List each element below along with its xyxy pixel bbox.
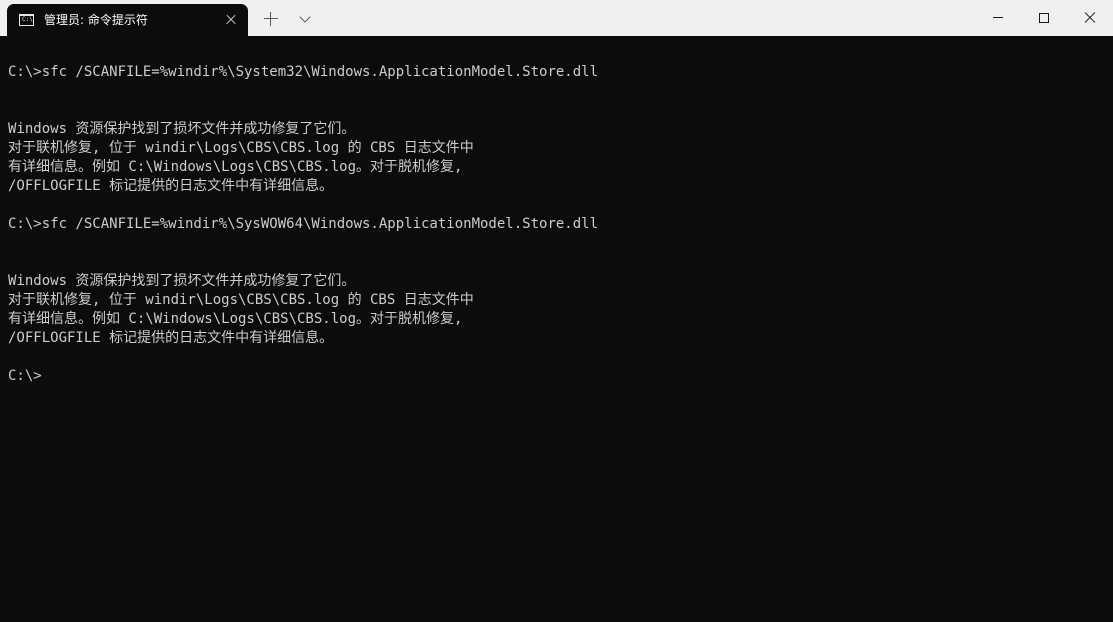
terminal-line: 对于联机修复, 位于 windir\Logs\CBS\CBS.log 的 CBS… <box>8 292 474 308</box>
terminal-line: Windows 资源保护找到了损坏文件并成功修复了它们。 <box>8 273 356 289</box>
terminal-line: /OFFLOGFILE 标记提供的日志文件中有详细信息。 <box>8 178 334 194</box>
terminal-line: C:\>sfc /SCANFILE=%windir%\SysWOW64\Wind… <box>8 216 599 232</box>
terminal-line: C:\>sfc /SCANFILE=%windir%\System32\Wind… <box>8 64 599 80</box>
minimize-button[interactable] <box>975 0 1021 36</box>
terminal-line: 对于联机修复, 位于 windir\Logs\CBS\CBS.log 的 CBS… <box>8 140 474 156</box>
title-bar[interactable]: C:\ 管理员: 命令提示符 <box>0 0 1113 36</box>
terminal-line: C:\> <box>8 368 42 384</box>
terminal-line: /OFFLOGFILE 标记提供的日志文件中有详细信息。 <box>8 330 334 346</box>
maximize-button[interactable] <box>1021 0 1067 36</box>
terminal-line: 有详细信息。例如 C:\Windows\Logs\CBS\CBS.log。对于脱… <box>8 159 463 175</box>
tab-close-icon[interactable] <box>223 12 239 28</box>
terminal-icon-text: C:\ <box>22 16 33 23</box>
terminal-output-area[interactable]: C:\>sfc /SCANFILE=%windir%\System32\Wind… <box>0 36 1113 622</box>
tab-dropdown-chevron-icon[interactable] <box>297 10 315 28</box>
terminal-line: Windows 资源保护找到了损坏文件并成功修复了它们。 <box>8 121 356 137</box>
tab-title: 管理员: 命令提示符 <box>44 13 148 27</box>
close-window-button[interactable] <box>1067 0 1113 36</box>
terminal-output: C:\>sfc /SCANFILE=%windir%\System32\Wind… <box>8 63 598 386</box>
terminal-line: 有详细信息。例如 C:\Windows\Logs\CBS\CBS.log。对于脱… <box>8 311 463 327</box>
tab-command-prompt[interactable]: C:\ 管理员: 命令提示符 <box>7 4 248 36</box>
terminal-window: C:\ 管理员: 命令提示符 C:\>sfc /SCANFILE=%windir… <box>0 0 1113 622</box>
new-tab-plus-icon[interactable] <box>262 10 280 28</box>
terminal-icon: C:\ <box>19 14 34 26</box>
